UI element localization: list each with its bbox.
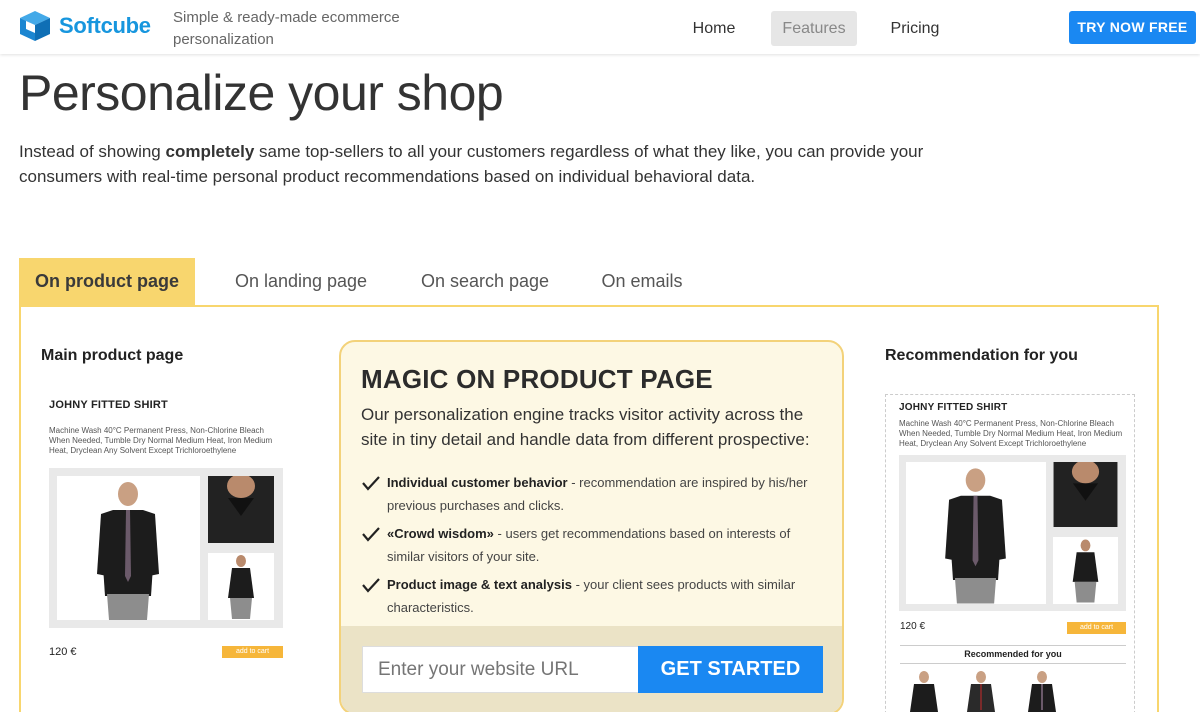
rec-thumb-2[interactable] [1053, 537, 1118, 604]
url-form: GET STARTED [341, 626, 842, 712]
shirt-back-image [1072, 539, 1099, 603]
product-description: Machine Wash 40°C Permanent Press, Non-C… [49, 426, 273, 455]
magic-subtitle: Our personalization engine tracks visito… [361, 405, 810, 449]
shirt-detail-image [1053, 462, 1118, 527]
hero-description: Instead of showing completely same top-s… [19, 139, 959, 189]
shirt-model-image [945, 468, 1006, 604]
nav-pricing[interactable]: Pricing [880, 11, 950, 46]
nav-home[interactable]: Home [684, 11, 744, 46]
feature-title: «Crowd wisdom» [387, 526, 494, 541]
rec-main-image[interactable] [906, 462, 1046, 604]
rec-thumb-1[interactable] [1053, 462, 1118, 527]
magic-title: MAGIC ON PRODUCT PAGE [361, 364, 713, 394]
hero-desc-part: Instead of showing [19, 142, 166, 161]
product-thumb-1[interactable] [208, 476, 274, 543]
feature-item: «Crowd wisdom» - users get recommendatio… [361, 522, 826, 568]
checkmark-icon [362, 476, 380, 491]
rec-product-gallery [899, 455, 1126, 611]
tagline: Simple & ready-made ecommerce personaliz… [173, 9, 400, 48]
rec-product-description: Machine Wash 40°C Permanent Press, Non-C… [899, 419, 1123, 448]
product-name: JOHNY FITTED SHIRT [49, 399, 168, 411]
feature-item: Individual customer behavior - recommend… [361, 471, 826, 517]
checkmark-icon [362, 578, 380, 593]
add-to-cart-button[interactable]: add to cart [222, 646, 283, 658]
product-thumb-2[interactable] [208, 553, 274, 620]
website-url-input[interactable] [362, 646, 639, 693]
shirt-model-image [97, 482, 159, 620]
feature-item: Product image & text analysis - your cli… [361, 573, 826, 619]
rec-product-name: JOHNY FITTED SHIRT [899, 402, 1008, 413]
feature-title: Individual customer behavior [387, 475, 568, 490]
recommended-for-you-heading: Recommended for you [900, 645, 1126, 664]
recommended-shirt-1[interactable] [902, 670, 946, 712]
cube-logo-icon [20, 11, 50, 41]
shirt-detail-image [208, 476, 274, 543]
product-main-image[interactable] [57, 476, 200, 620]
shirt-back-image [228, 555, 254, 619]
top-header: Softcube Simple & ready-made ecommerce p… [0, 0, 1200, 54]
checkmark-icon [362, 527, 380, 542]
magic-card: MAGIC ON PRODUCT PAGE Our personalizatio… [339, 340, 844, 712]
product-price: 120 € [49, 646, 77, 658]
tab-emails[interactable]: On emails [592, 258, 692, 305]
hero-desc-bold: completely [165, 142, 255, 161]
tab-search-page[interactable]: On search page [410, 258, 560, 305]
feature-title: Product image & text analysis [387, 577, 572, 592]
rec-product-price: 120 € [900, 621, 926, 632]
recommended-shirt-2[interactable] [959, 670, 1003, 712]
brand-name: Softcube [59, 13, 151, 38]
recommendation-title: Recommendation for you [885, 347, 1078, 364]
brand-logo[interactable]: Softcube [18, 9, 151, 43]
page-title: Personalize your shop [19, 65, 504, 121]
tab-landing-page[interactable]: On landing page [222, 258, 380, 305]
main-product-title: Main product page [41, 347, 184, 364]
nav-features[interactable]: Features [771, 11, 857, 46]
try-now-free-button[interactable]: TRY NOW FREE [1069, 11, 1196, 44]
get-started-button[interactable]: GET STARTED [638, 646, 823, 693]
recommended-shirt-3[interactable] [1020, 670, 1064, 712]
product-gallery [49, 468, 283, 628]
rec-add-to-cart-button[interactable]: add to cart [1067, 622, 1126, 634]
tab-product-page[interactable]: On product page [19, 258, 195, 305]
